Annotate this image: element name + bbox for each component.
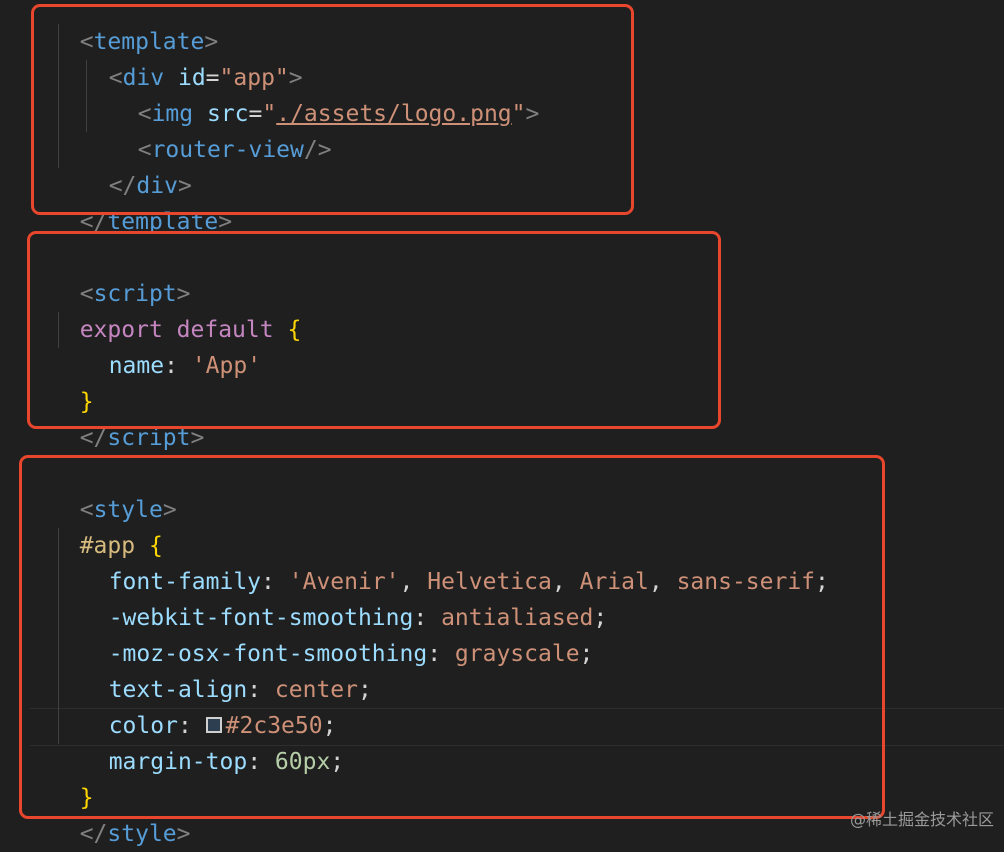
watermark: @稀土掘金技术社区 bbox=[849, 810, 994, 829]
tag-bracket: </ bbox=[79, 821, 108, 847]
style-highlight-box bbox=[19, 455, 885, 819]
tag-bracket: > bbox=[176, 821, 191, 847]
template-highlight-box bbox=[31, 4, 634, 215]
script-highlight-box bbox=[27, 231, 721, 429]
tag-name: style bbox=[107, 821, 177, 847]
